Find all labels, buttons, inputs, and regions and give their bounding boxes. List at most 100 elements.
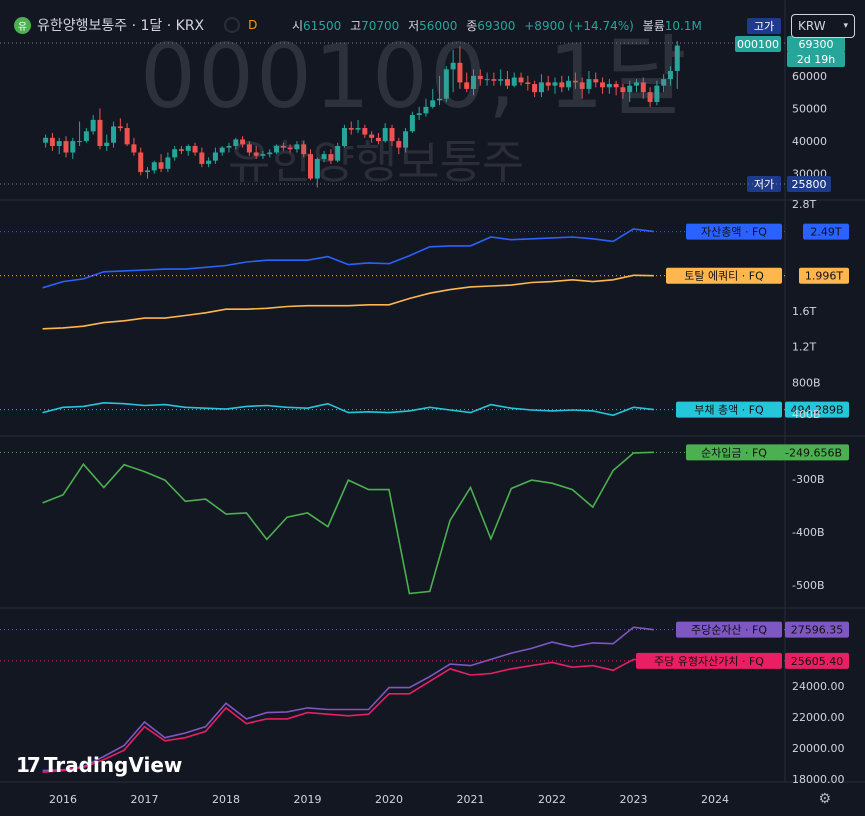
candle-body [280, 145, 286, 148]
candle-body [90, 119, 96, 132]
candle-body [294, 144, 300, 150]
candle-body [667, 70, 673, 80]
time-axis-label: 2019 [294, 793, 322, 806]
candle-body [172, 149, 178, 158]
candle-body [158, 162, 164, 169]
open-value: 61500 [303, 19, 342, 33]
candle-body [56, 141, 62, 146]
candle-body [389, 128, 395, 142]
candle-body [661, 79, 667, 86]
candle-body [253, 152, 259, 156]
pane-axis-tick: 800B [792, 376, 821, 389]
candle-body [518, 77, 524, 83]
time-axis-label: 2017 [131, 793, 159, 806]
gear-icon[interactable]: ⚙ [818, 791, 831, 807]
candle-body [321, 154, 327, 160]
candle-body [640, 82, 646, 93]
candle-body [613, 84, 619, 88]
currency-select[interactable]: KRW ▾ [791, 14, 855, 38]
change-value: +8900 (+14.74%) [524, 19, 634, 33]
series-value-tag-net-debt: -249.656B [785, 446, 842, 459]
time-axis-label: 2020 [375, 793, 403, 806]
candle-body [165, 157, 171, 169]
symbol-header[interactable]: 유 유한양행보통주 · 1달 · KRX D [14, 14, 269, 36]
pane-axis-tick: 18000.00 [792, 773, 845, 786]
candle-body [484, 79, 490, 81]
candle-body [369, 134, 375, 138]
series-value-tag-tbvps: 25605.40 [791, 655, 844, 668]
price-axis-tick: 50000 [792, 102, 827, 115]
candle-body [491, 79, 497, 81]
candle-body [287, 147, 293, 150]
candle-body [552, 82, 558, 86]
candle-body [409, 115, 415, 132]
candle-body [654, 85, 660, 102]
candle-body [511, 77, 517, 86]
candle-body [185, 145, 191, 151]
candle-body [43, 137, 49, 143]
candle-body [620, 87, 626, 93]
close-label: 종 [466, 19, 478, 33]
interval-badge: D [248, 18, 258, 32]
candle-body [498, 79, 504, 81]
market-status-icon [224, 17, 241, 33]
candle-body [206, 160, 212, 164]
candle-body [538, 82, 544, 93]
candle-body [423, 106, 429, 114]
candle-body [396, 141, 402, 148]
candle-body [335, 145, 341, 161]
candle-body [138, 152, 144, 173]
candle-body [314, 159, 320, 179]
candle-body [627, 85, 633, 93]
candle-body [566, 80, 572, 88]
price-axis-tick: 60000 [792, 70, 827, 83]
candle-body [267, 152, 273, 155]
candle-body [97, 119, 103, 146]
candle-body [240, 139, 246, 145]
pane-axis-tick: 2.8T [792, 198, 816, 211]
candle-body [308, 154, 313, 179]
series-name-tag-assets: 자산총액 · FQ [701, 226, 767, 239]
candle-body [341, 128, 347, 146]
candle-body [674, 45, 680, 71]
time-axis-label: 2023 [620, 793, 648, 806]
candle-body [131, 144, 137, 153]
candle-body [246, 144, 252, 153]
pane-axis-tick: 22000.00 [792, 711, 845, 724]
candle-body [124, 128, 130, 145]
pane-axis-tick: -300B [792, 473, 825, 486]
candle-body [586, 79, 592, 89]
pane-axis-tick: 400B [792, 408, 821, 421]
candle-body [70, 141, 76, 153]
time-axis-label: 2021 [457, 793, 485, 806]
tradingview-logo[interactable]: 17 TradingView [16, 753, 182, 777]
candle-body [63, 141, 69, 153]
candle-body [430, 100, 436, 107]
candle-body [559, 82, 565, 88]
candle-body [260, 154, 266, 156]
symbol-title[interactable]: 유한양행보통주 · 1달 · KRX [37, 15, 204, 35]
candle-body [362, 128, 368, 135]
candle-body [219, 147, 225, 153]
candle-body [457, 62, 463, 83]
candle-body [579, 82, 585, 89]
pane-axis-tick: 1.2T [792, 341, 816, 354]
symbol-tag: 000100 [737, 38, 779, 51]
chart-canvas[interactable]: 60000500004000030000고가000100 693002d 19h저… [0, 0, 865, 816]
tradingview-mark-icon: 17 [16, 753, 41, 777]
chevron-down-icon: ▾ [843, 21, 848, 31]
candle-body [104, 142, 110, 146]
low-tag-value: 25800 [792, 178, 827, 191]
candle-body [83, 131, 89, 142]
time-axis-label: 2018 [212, 793, 240, 806]
candle-body [151, 162, 157, 171]
candle-body [600, 82, 606, 88]
open-label: 시 [292, 19, 304, 33]
candle-body [111, 126, 117, 143]
candle-body [403, 131, 409, 148]
series-name-tag-net-debt: 순차입금 · FQ [701, 446, 767, 459]
candle-body [382, 128, 388, 142]
candle-body [572, 80, 578, 83]
candle-body [647, 92, 653, 102]
pane-axis-tick: -400B [792, 526, 825, 539]
